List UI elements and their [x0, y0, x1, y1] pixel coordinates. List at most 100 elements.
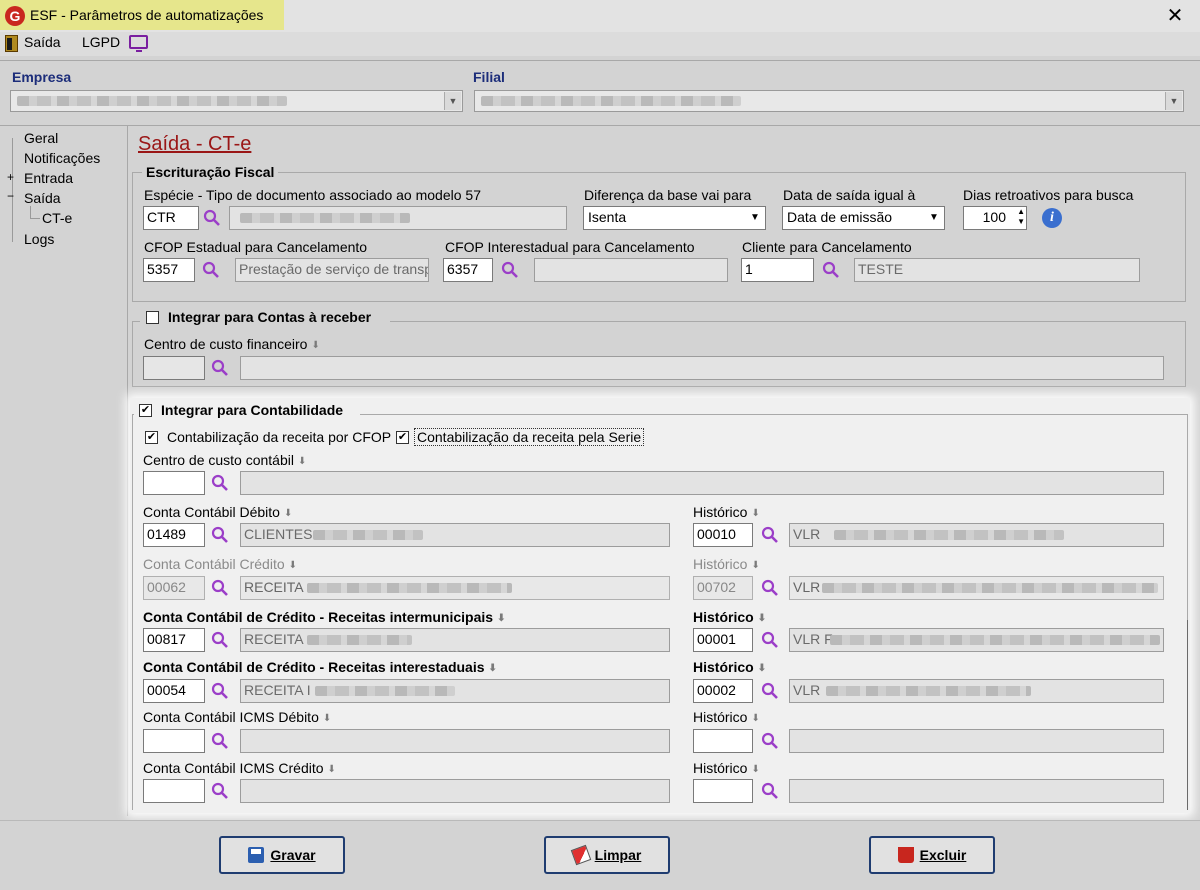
search-icon[interactable] — [211, 579, 229, 597]
cancel-client-name-field: TESTE — [854, 258, 1140, 282]
by-cfop-label[interactable]: Contabilização da receita por CFOP — [167, 429, 391, 445]
info-icon[interactable]: i — [1042, 208, 1062, 228]
search-icon[interactable] — [761, 631, 779, 649]
tree-expander-saida[interactable]: − — [7, 189, 14, 203]
exit-date-label: Data de saída igual à — [783, 187, 916, 203]
debit-history-text: Histórico — [693, 504, 748, 520]
close-icon[interactable]: ✕ — [1162, 3, 1188, 29]
trash-icon — [897, 847, 914, 863]
credit-account-code-input[interactable]: 00062 — [143, 576, 205, 600]
exit-date-select[interactable]: Data de emissão ▼ — [782, 206, 945, 230]
scrollbar[interactable] — [1187, 620, 1188, 810]
tree-item-entrada[interactable]: Entrada — [24, 170, 73, 186]
credit-account-name: RECEITA — [244, 579, 304, 595]
spinner-arrows-icon[interactable]: ▲ ▼ — [1017, 207, 1025, 227]
credit-history-text: Histórico — [693, 556, 748, 572]
accounting-cost-center-input[interactable] — [143, 471, 205, 495]
cfop-inter-code-input[interactable]: 6357 — [443, 258, 493, 282]
interstate-account-code-input[interactable]: 00054 — [143, 679, 205, 703]
monitor-icon[interactable] — [129, 35, 148, 52]
arrow-down-icon: ⬇ — [283, 508, 293, 519]
search-icon[interactable] — [761, 526, 779, 544]
search-icon[interactable] — [211, 474, 229, 492]
search-icon[interactable] — [202, 261, 220, 279]
receivables-group-label: Integrar para Contas à receber — [164, 309, 376, 325]
arrow-down-icon: ⬇ — [751, 560, 760, 571]
by-serie-checkbox[interactable]: ✔ — [396, 431, 409, 444]
search-icon[interactable] — [761, 682, 779, 700]
arrow-down-icon: ⬇ — [288, 560, 298, 571]
save-button[interactable]: Gravar — [219, 836, 345, 874]
tree-item-notificacoes[interactable]: Notificações — [24, 150, 100, 166]
delete-button[interactable]: Excluir — [869, 836, 995, 874]
icms-debit-name-field — [240, 729, 670, 753]
search-icon[interactable] — [211, 526, 229, 544]
accounting-cost-center-text: Centro de custo contábil — [143, 452, 294, 468]
interstate-account-name: RECEITA I — [244, 682, 311, 698]
base-diff-select[interactable]: Isenta ▼ — [583, 206, 766, 230]
menu-exit[interactable]: Saída — [24, 34, 61, 50]
intermunicipal-account-code-input[interactable]: 00817 — [143, 628, 205, 652]
tree-item-cte[interactable]: CT-e — [42, 210, 72, 226]
floppy-disk-icon — [248, 847, 265, 863]
interstate-history-value: VLR — [793, 682, 821, 698]
arrow-down-icon: ⬇ — [488, 663, 497, 674]
tree-line — [30, 206, 31, 218]
search-icon[interactable] — [211, 732, 229, 750]
cfop-state-code-input[interactable]: 5357 — [143, 258, 195, 282]
accounting-checkbox[interactable]: ✔ — [139, 404, 152, 417]
chevron-down-icon: ▼ — [444, 92, 461, 110]
save-button-label: Gravar — [270, 847, 316, 863]
arrow-down-icon: ⬇ — [322, 713, 332, 724]
search-icon[interactable] — [761, 732, 779, 750]
exit-door-icon[interactable] — [5, 35, 18, 52]
clear-button[interactable]: Limpar — [544, 836, 670, 874]
search-icon[interactable] — [501, 261, 519, 279]
icms-debit-history-code-input[interactable] — [693, 729, 753, 753]
cancel-client-code-input[interactable]: 1 — [741, 258, 814, 282]
search-icon[interactable] — [211, 682, 229, 700]
icms-credit-history-code-input[interactable] — [693, 779, 753, 803]
tree-expander-entrada[interactable]: + — [7, 170, 14, 184]
company-select[interactable]: ▼ — [10, 90, 463, 112]
icms-credit-code-input[interactable] — [143, 779, 205, 803]
species-code-input[interactable]: CTR — [143, 206, 199, 230]
debit-account-code-input[interactable]: 01489 — [143, 523, 205, 547]
cfop-inter-label: CFOP Interestadual para Cancelamento — [445, 239, 695, 255]
tree-line — [30, 218, 40, 219]
arrow-down-icon: ⬇ — [497, 613, 506, 624]
clear-button-label: Limpar — [594, 847, 642, 863]
credit-history-code-input[interactable]: 00702 — [693, 576, 753, 600]
search-icon[interactable] — [211, 782, 229, 800]
branch-select[interactable]: ▼ — [474, 90, 1184, 112]
cfop-state-label: CFOP Estadual para Cancelamento — [144, 239, 368, 255]
financial-cost-center-input[interactable] — [143, 356, 205, 380]
icms-credit-history-text-field — [789, 779, 1164, 803]
search-icon[interactable] — [211, 359, 229, 377]
intermunicipal-history-code-input[interactable]: 00001 — [693, 628, 753, 652]
tree-item-geral[interactable]: Geral — [24, 130, 58, 146]
icms-debit-code-input[interactable] — [143, 729, 205, 753]
cfop-state-description-field: Prestação de serviço de transpo — [235, 258, 429, 282]
tree-item-saida[interactable]: Saída — [24, 190, 61, 206]
search-icon[interactable] — [203, 209, 221, 227]
arrow-down-icon: ⬇ — [757, 613, 767, 624]
icms-debit-history-text: Histórico — [693, 709, 748, 725]
by-serie-label[interactable]: Contabilização da receita pela Serie — [414, 428, 645, 446]
species-label: Espécie - Tipo de documento associado ao… — [144, 187, 481, 203]
retro-days-spinner[interactable]: 100 ▲ ▼ — [963, 206, 1027, 230]
retro-days-label: Dias retroativos para busca — [963, 187, 1134, 203]
interstate-history-code-input[interactable]: 00002 — [693, 679, 753, 703]
tree-item-logs[interactable]: Logs — [24, 231, 54, 247]
company-label: Empresa — [12, 69, 72, 85]
cancel-client-label: Cliente para Cancelamento — [742, 239, 912, 255]
menu-lgpd[interactable]: LGPD — [82, 34, 120, 50]
receivables-checkbox[interactable] — [146, 311, 159, 324]
search-icon[interactable] — [761, 579, 779, 597]
by-cfop-checkbox[interactable]: ✔ — [145, 431, 158, 444]
interstate-account-text: Conta Contábil de Crédito - Receitas int… — [143, 659, 485, 675]
debit-history-code-input[interactable]: 00010 — [693, 523, 753, 547]
search-icon[interactable] — [761, 782, 779, 800]
search-icon[interactable] — [211, 631, 229, 649]
search-icon[interactable] — [822, 261, 840, 279]
